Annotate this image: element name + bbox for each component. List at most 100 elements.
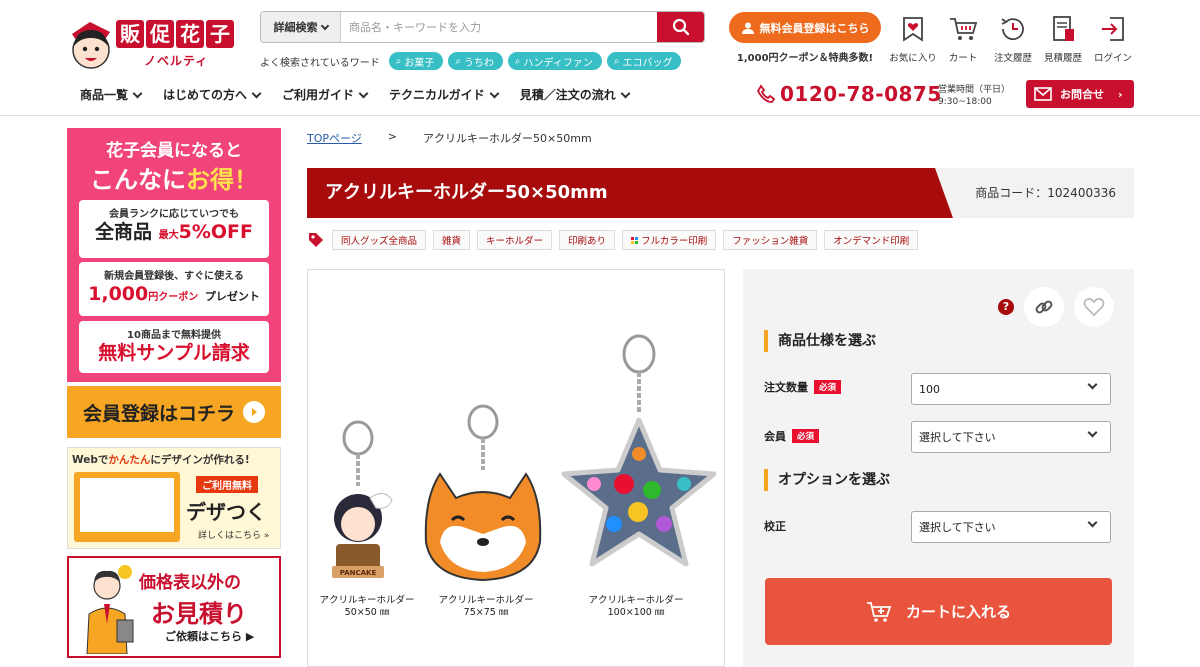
product-tags: 同人グッズ全商品 雑貨 キーホルダー 印刷あり フルカラー印刷 ファッション雑貨… <box>307 230 919 250</box>
order-history-link[interactable]: 注文履歴 <box>988 14 1038 64</box>
favorite-icon <box>903 17 923 42</box>
banner-heading-b: お得！ <box>186 166 258 194</box>
favorite-button[interactable] <box>1074 287 1114 327</box>
product-tag-label: フルカラー印刷 <box>641 236 708 247</box>
benefit-big: 全商品 最大5%OFF <box>79 220 269 248</box>
keyholder-75-image <box>424 404 542 582</box>
banner-text: 会員登録はコチラ <box>82 402 235 425</box>
quantity-label: 注文数量 必須 <box>764 379 842 395</box>
required-badge: 必須 <box>814 380 842 394</box>
design-tool-banner[interactable]: Webでかんたんにデザインが作れる! ご利用無料 デザつく 詳しくはこちら » <box>67 447 281 549</box>
nav-products[interactable]: 商品一覧 <box>80 86 143 103</box>
business-hours: 営業時間（平日） 9:30~18:00 <box>938 84 1010 108</box>
benefit-small: 10商品まで無料提供 <box>127 330 221 341</box>
banner-text-hl: かんたん <box>108 454 151 466</box>
keyword-chip[interactable]: ⌕ エコバッグ <box>606 52 682 70</box>
help-icon[interactable]: ? <box>998 299 1014 315</box>
order-history-label: 注文履歴 <box>993 53 1032 64</box>
product-tag[interactable]: 雑貨 <box>433 230 471 250</box>
product-tag[interactable]: キーホルダー <box>477 230 553 250</box>
site-header: 販 促 花 子 ノベルティ 詳細検索 よく検索されているワード ⌕お菓子 ⌕うち… <box>0 0 1200 116</box>
chevron-down-icon <box>489 88 500 98</box>
nav-guide[interactable]: ご利用ガイド <box>282 86 369 103</box>
required-badge: 必須 <box>792 429 820 443</box>
search-icon <box>672 18 689 36</box>
product-tag-fullcolor[interactable]: フルカラー印刷 <box>622 230 717 250</box>
logo-char: 促 <box>146 20 174 48</box>
sidebar: 花子会員になると こんなにお得！ 会員ランクに応じていつでも 全商品 最大5%O… <box>67 128 281 658</box>
user-icon <box>741 22 754 34</box>
caption-line: アクリルキーホルダー <box>438 595 534 606</box>
search-detail-dropdown[interactable]: 詳細検索 <box>261 12 341 42</box>
nav-label: 商品一覧 <box>80 88 129 102</box>
proof-label: 校正 <box>764 518 786 534</box>
nav-beginners[interactable]: はじめての方へ <box>163 86 262 103</box>
add-to-cart-button[interactable]: カートに入れる <box>765 578 1112 645</box>
favorites-link[interactable]: お気に入り <box>888 14 938 64</box>
search-icon: ⌕ <box>455 55 461 67</box>
popular-label: よく検索されているワード <box>260 57 380 69</box>
spec-section-heading: 商品仕様を選ぶ <box>764 330 876 352</box>
search-bar: 詳細検索 <box>260 11 705 43</box>
contact-button[interactable]: お問合せ › <box>1026 80 1134 108</box>
logo-char: 販 <box>116 20 144 48</box>
product-image[interactable]: PANCAKE アクリルキーホルダー 50×50 ㎜ アクリルキーホルダー 75… <box>307 269 725 667</box>
arrow-right-icon <box>243 401 265 423</box>
pancake-print: PANCAKE <box>340 569 377 577</box>
estimate-history-link[interactable]: 見積履歴 <box>1038 14 1088 64</box>
keyholder-50-image: PANCAKE <box>332 420 393 578</box>
banner-text-a: Webで <box>72 454 109 466</box>
option-section-heading: オプションを選ぶ <box>764 469 890 491</box>
logo-char: 花 <box>176 20 204 48</box>
site-logo[interactable]: 販 促 花 子 ノベルティ <box>64 14 244 74</box>
benefit-big-b: 5%OFF <box>178 221 253 243</box>
spec-actions: ? <box>998 287 1114 327</box>
keyword-chip[interactable]: ⌕ お菓子 <box>388 52 444 70</box>
free-member-register-button[interactable]: 無料会員登録はこちら <box>729 12 881 43</box>
login-icon <box>1102 17 1124 41</box>
breadcrumb-home-link[interactable]: TOPページ <box>307 130 362 146</box>
nav-technical[interactable]: テクニカルガイド <box>389 86 500 103</box>
product-tag[interactable]: オンデマンド印刷 <box>824 230 919 250</box>
keyword-chip[interactable]: ⌕ ハンディファン <box>507 52 602 70</box>
benefit-big: 1,000円クーポン プレゼント <box>79 282 269 310</box>
global-nav: 商品一覧 はじめての方へ ご利用ガイド テクニカルガイド 見積／注文の流れ <box>80 86 631 103</box>
cart-label: カート <box>948 53 978 64</box>
product-tag[interactable]: 印刷あり <box>559 230 616 250</box>
banner-heading: 花子会員になると <box>106 141 242 161</box>
search-button[interactable] <box>657 12 704 42</box>
phone-number[interactable]: 0120-78-0875 <box>756 82 942 106</box>
cart-link[interactable]: カート <box>938 14 988 64</box>
member-benefit-banner[interactable]: 花子会員になると こんなにお得！ 会員ランクに応じていつでも 全商品 最大5%O… <box>67 128 281 382</box>
nav-label: テクニカルガイド <box>389 88 485 102</box>
phone-icon <box>756 84 776 103</box>
keyword-label: うちわ <box>463 57 494 69</box>
tag-icon <box>309 233 323 247</box>
copy-link-button[interactable] <box>1024 287 1064 327</box>
nav-flow[interactable]: 見積／注文の流れ <box>520 86 631 103</box>
search-input[interactable] <box>341 12 657 42</box>
proof-select[interactable]: 選択して下さい <box>911 511 1111 543</box>
keyword-chip[interactable]: ⌕ うちわ <box>448 52 503 70</box>
keyword-label: ハンディファン <box>523 57 593 69</box>
custom-estimate-banner[interactable]: 価格表以外の お見積り ご依頼はこちら ▶ <box>67 556 281 658</box>
benefit-big-a: 全商品 <box>94 221 152 243</box>
breadcrumb-separator: > <box>387 130 398 143</box>
nav-label: はじめての方へ <box>163 88 248 102</box>
login-link[interactable]: ログイン <box>1088 14 1138 64</box>
member-register-banner[interactable]: 会員登録はコチラ <box>67 386 281 438</box>
popular-keywords: よく検索されているワード ⌕ お菓子 ⌕ うちわ ⌕ ハンディファン ⌕ エコバッグ <box>260 52 682 70</box>
benefit-big-a: 1,000 <box>88 283 149 305</box>
product-title-bar: アクリルキーホルダー50×50mm 商品コード：102400336 <box>307 168 1134 218</box>
estimate-history-label: 見積履歴 <box>1043 53 1082 64</box>
product-tag[interactable]: ファッション雑貨 <box>723 230 818 250</box>
member-select[interactable]: 選択して下さい <box>911 421 1111 453</box>
more-link: 詳しくはこちら » <box>198 531 270 541</box>
member-value: 選択して下さい <box>919 431 996 444</box>
favorites-label: お気に入り <box>889 53 937 64</box>
quantity-select[interactable]: 100 <box>911 373 1111 405</box>
heart-icon <box>1083 297 1105 317</box>
keyholder-100-image <box>561 334 717 567</box>
product-tag[interactable]: 同人グッズ全商品 <box>332 230 427 250</box>
logo-char: 子 <box>206 20 234 48</box>
